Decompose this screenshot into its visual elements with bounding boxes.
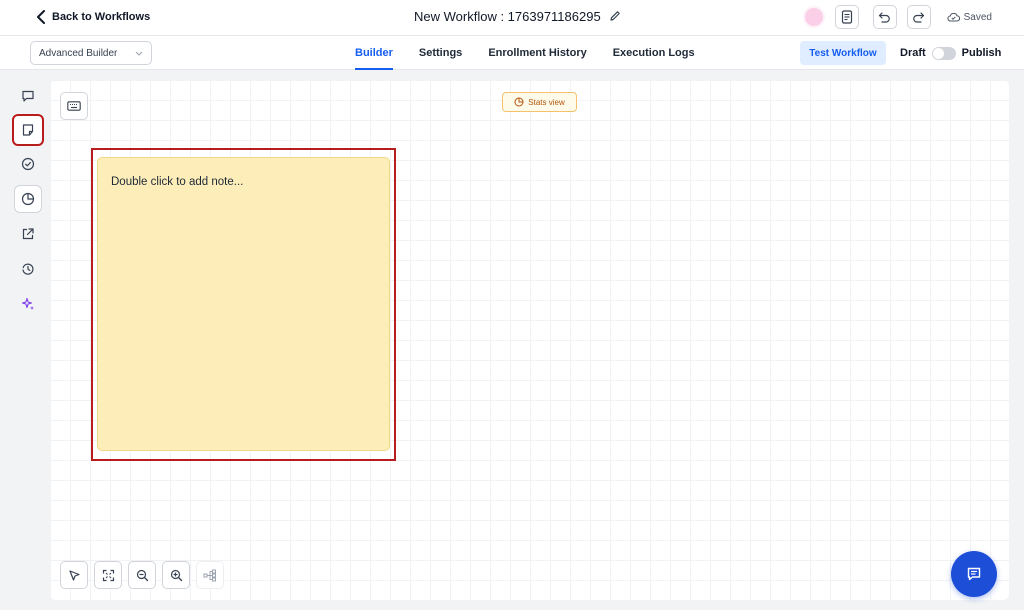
- redo-button[interactable]: [906, 5, 931, 29]
- note-placeholder: Double click to add note...: [111, 176, 244, 188]
- workflow-title: New Workflow : 1763971186295: [414, 7, 621, 25]
- tab-execution-logs[interactable]: Execution Logs: [613, 36, 695, 70]
- left-sidebar: [0, 70, 50, 610]
- back-to-workflows-link[interactable]: Back to Workflows: [36, 9, 150, 25]
- test-workflow-button[interactable]: Test Workflow: [800, 41, 886, 65]
- check-circle-icon: [21, 157, 35, 171]
- zoom-in-button[interactable]: [162, 561, 190, 589]
- sidebar-item-ai[interactable]: [14, 290, 42, 318]
- publish-label: Publish: [961, 47, 1002, 59]
- avatar[interactable]: [802, 6, 825, 28]
- pointer-icon: [68, 569, 80, 581]
- sidebar-item-stats[interactable]: [14, 185, 42, 213]
- pie-chart-icon: [21, 192, 35, 206]
- sidebar-item-note[interactable]: [12, 114, 44, 146]
- fullscreen-icon: [102, 569, 114, 581]
- fit-view-button[interactable]: [94, 561, 122, 589]
- tree-layout-icon: [203, 569, 216, 581]
- history-icon: [22, 263, 34, 275]
- comment-icon: [22, 90, 34, 102]
- workflow-canvas[interactable]: Stats view Double click to add note...: [50, 80, 1009, 600]
- external-link-icon: [22, 228, 34, 240]
- chat-support-button[interactable]: [951, 551, 997, 597]
- pie-chart-icon: [514, 97, 524, 107]
- tab-builder[interactable]: Builder: [355, 36, 393, 70]
- keyboard-shortcuts-button[interactable]: [60, 92, 88, 120]
- sidebar-item-history[interactable]: [14, 255, 42, 283]
- document-button[interactable]: [834, 5, 859, 29]
- workflow-title-text: New Workflow : 1763971186295: [414, 8, 601, 24]
- pencil-icon[interactable]: [609, 10, 621, 22]
- publish-control: Draft Publish: [900, 41, 1001, 65]
- saved-status: Saved: [947, 12, 992, 23]
- publish-toggle[interactable]: [931, 46, 956, 60]
- auto-layout-button[interactable]: [196, 561, 224, 589]
- select-tool-button[interactable]: [60, 561, 88, 589]
- note-icon: [22, 124, 34, 136]
- stats-view-label: Stats view: [528, 97, 565, 107]
- sticky-note[interactable]: Double click to add note...: [97, 157, 390, 451]
- back-label: Back to Workflows: [52, 11, 151, 23]
- sidebar-item-external-link[interactable]: [14, 220, 42, 248]
- chat-icon: [967, 567, 981, 581]
- top-header: Back to Workflows New Workflow : 1763971…: [0, 0, 1024, 36]
- note-highlight-frame: Double click to add note...: [91, 148, 396, 461]
- undo-button[interactable]: [872, 5, 897, 29]
- redo-icon: [913, 12, 925, 23]
- tab-enrollment-history[interactable]: Enrollment History: [488, 36, 586, 70]
- sidebar-item-comment[interactable]: [14, 82, 42, 110]
- zoom-in-icon: [170, 569, 182, 581]
- cloud-check-icon: [947, 12, 960, 22]
- sparkle-icon: [21, 297, 34, 310]
- header-actions: Saved: [802, 5, 992, 29]
- saved-label: Saved: [963, 11, 992, 23]
- sidebar-item-check[interactable]: [14, 150, 42, 178]
- canvas-controls: [60, 561, 224, 589]
- main-tabs: Builder Settings Enrollment History Exec…: [355, 36, 695, 70]
- keyboard-icon: [67, 101, 81, 111]
- document-icon: [841, 10, 852, 24]
- chevron-down-icon: [135, 51, 143, 56]
- tab-settings[interactable]: Settings: [419, 36, 462, 70]
- draft-label: Draft: [900, 47, 926, 59]
- chevron-left-icon: [37, 10, 45, 24]
- zoom-out-icon: [136, 569, 148, 581]
- builder-toolbar: Advanced Builder Builder Settings Enroll…: [0, 36, 1024, 70]
- stats-view-button[interactable]: Stats view: [502, 92, 577, 112]
- zoom-out-button[interactable]: [128, 561, 156, 589]
- undo-icon: [879, 12, 890, 23]
- builder-mode-value: Advanced Builder: [39, 47, 118, 59]
- builder-mode-select[interactable]: Advanced Builder: [30, 41, 152, 65]
